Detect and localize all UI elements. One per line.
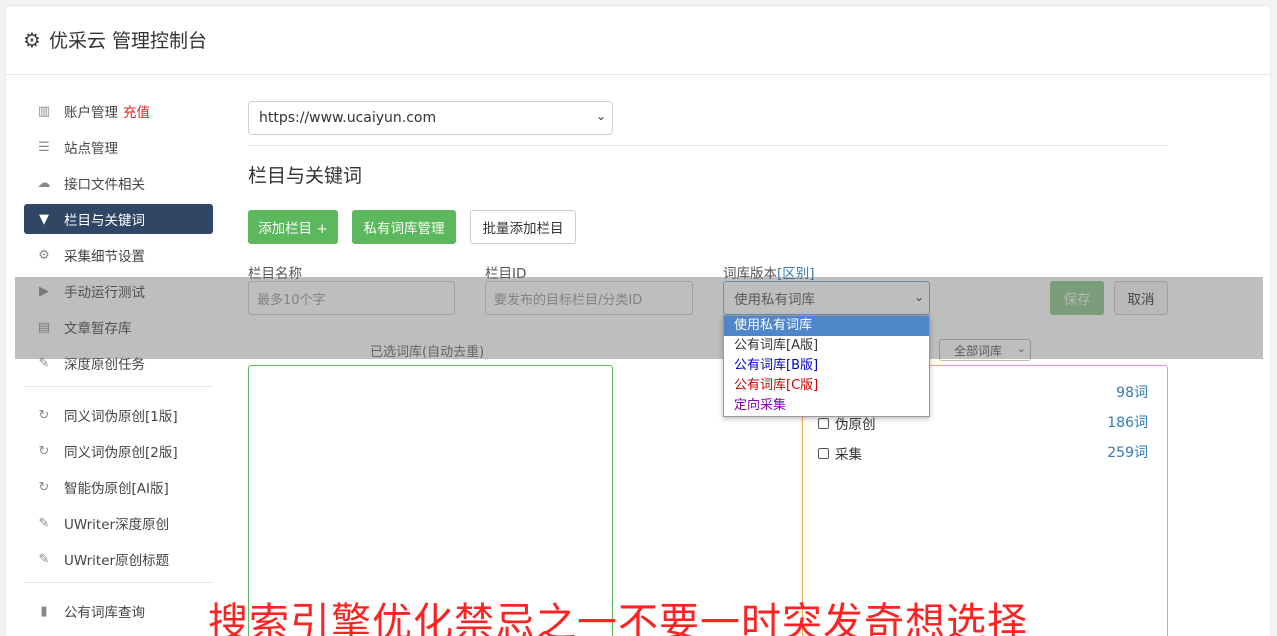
lib-item[interactable]: 采集: [818, 443, 862, 463]
sidebar-item-columns-keywords[interactable]: ▼ 栏目与关键词: [24, 204, 213, 234]
sidebar-item-sites[interactable]: ☰ 站点管理: [24, 132, 213, 162]
checkbox[interactable]: [818, 417, 829, 429]
sidebar-item-label: 站点管理: [64, 141, 118, 157]
dropdown-option-public-c[interactable]: 公有词库[C版]: [724, 376, 929, 396]
sidebar-item-label: 账户管理: [64, 105, 118, 121]
cloud-upload-icon: ☁: [37, 175, 51, 191]
sidebar-item-label: 智能伪原创[AI版]: [64, 481, 169, 497]
filter-icon: ▼: [39, 211, 49, 227]
lib-count: 186词: [1107, 415, 1148, 431]
sidebar: ▥ 账户管理 充值 ☰ 站点管理 ☁ 接口文件相关 ▼ 栏目与关键词 ⚙ 采集细…: [24, 96, 213, 632]
sidebar-item-label: 接口文件相关: [64, 177, 145, 193]
checkbox[interactable]: [818, 447, 829, 459]
sidebar-item-label: 公有词库查询: [64, 605, 145, 621]
site-select-value: https://www.ucaiyun.com: [259, 110, 437, 126]
cogs-icon: ⚙: [38, 247, 50, 263]
refresh-icon: ↻: [38, 443, 50, 459]
sidebar-item-synonym-v1[interactable]: ↻ 同义词伪原创[1版]: [24, 400, 213, 430]
edit-icon: ✎: [38, 515, 50, 531]
site-select[interactable]: https://www.ucaiyun.com ⌄: [248, 101, 613, 135]
refresh-icon: ↻: [38, 407, 50, 423]
sidebar-item-api-files[interactable]: ☁ 接口文件相关: [24, 168, 213, 198]
sidebar-item-synonym-v2[interactable]: ↻ 同义词伪原创[2版]: [24, 436, 213, 466]
lib-count: 259词: [1107, 445, 1148, 461]
banner-text: 搜索引擎优化禁忌之一不要一时突发奇想选择: [208, 600, 1028, 636]
sidebar-item-label: UWriter深度原创: [64, 517, 170, 533]
page-header: ⚙ 优采云 管理控制台: [5, 5, 1271, 75]
version-dropdown: 使用私有词库 公有词库[A版] 公有词库[B版] 公有词库[C版] 定向采集: [723, 315, 930, 417]
sidebar-item-uwriter-deep[interactable]: ✎ UWriter深度原创: [24, 508, 213, 538]
lib-name: 采集: [835, 447, 862, 463]
divider: [248, 145, 1168, 146]
sidebar-divider: [24, 582, 213, 583]
dropdown-option-directed[interactable]: 定向采集: [724, 396, 929, 416]
sidebar-item-uwriter-title[interactable]: ✎ UWriter原创标题: [24, 544, 213, 574]
sidebar-item-collect-settings[interactable]: ⚙ 采集细节设置: [24, 240, 213, 270]
page-title: 优采云 管理控制台: [48, 30, 207, 52]
gear-icon: ⚙: [23, 27, 41, 52]
sidebar-item-account[interactable]: ▥ 账户管理 充值: [24, 96, 213, 126]
server-icon: ☰: [38, 139, 50, 155]
sidebar-item-ai-rewrite[interactable]: ↻ 智能伪原创[AI版]: [24, 472, 213, 502]
dropdown-option-private[interactable]: 使用私有词库: [724, 316, 929, 336]
edit-icon: ✎: [38, 551, 50, 567]
private-lib-button[interactable]: 私有词库管理: [352, 210, 456, 244]
sidebar-item-label: 同义词伪原创[1版]: [64, 409, 178, 425]
recharge-link[interactable]: 充值: [123, 101, 150, 121]
bar-chart-icon: ▥: [37, 103, 51, 119]
section-title: 栏目与关键词: [248, 165, 363, 187]
sidebar-divider: [24, 386, 213, 387]
modal-overlay: [15, 277, 1263, 359]
chevron-down-icon: ⌄: [595, 109, 606, 123]
book-icon: ▮: [40, 603, 48, 619]
lib-count: 98词: [1116, 385, 1148, 401]
sidebar-item-label: 同义词伪原创[2版]: [64, 445, 178, 461]
sidebar-item-public-lib-query[interactable]: ▮ 公有词库查询: [24, 596, 213, 626]
batch-add-button[interactable]: 批量添加栏目: [470, 210, 576, 244]
dropdown-option-public-a[interactable]: 公有词库[A版]: [724, 336, 929, 356]
sidebar-item-label: 栏目与关键词: [64, 213, 145, 229]
sidebar-item-label: UWriter原创标题: [64, 553, 170, 569]
sidebar-item-label: 采集细节设置: [64, 249, 145, 265]
dropdown-option-public-b[interactable]: 公有词库[B版]: [724, 356, 929, 376]
add-column-button[interactable]: 添加栏目 +: [248, 210, 338, 244]
refresh-icon: ↻: [38, 479, 50, 495]
